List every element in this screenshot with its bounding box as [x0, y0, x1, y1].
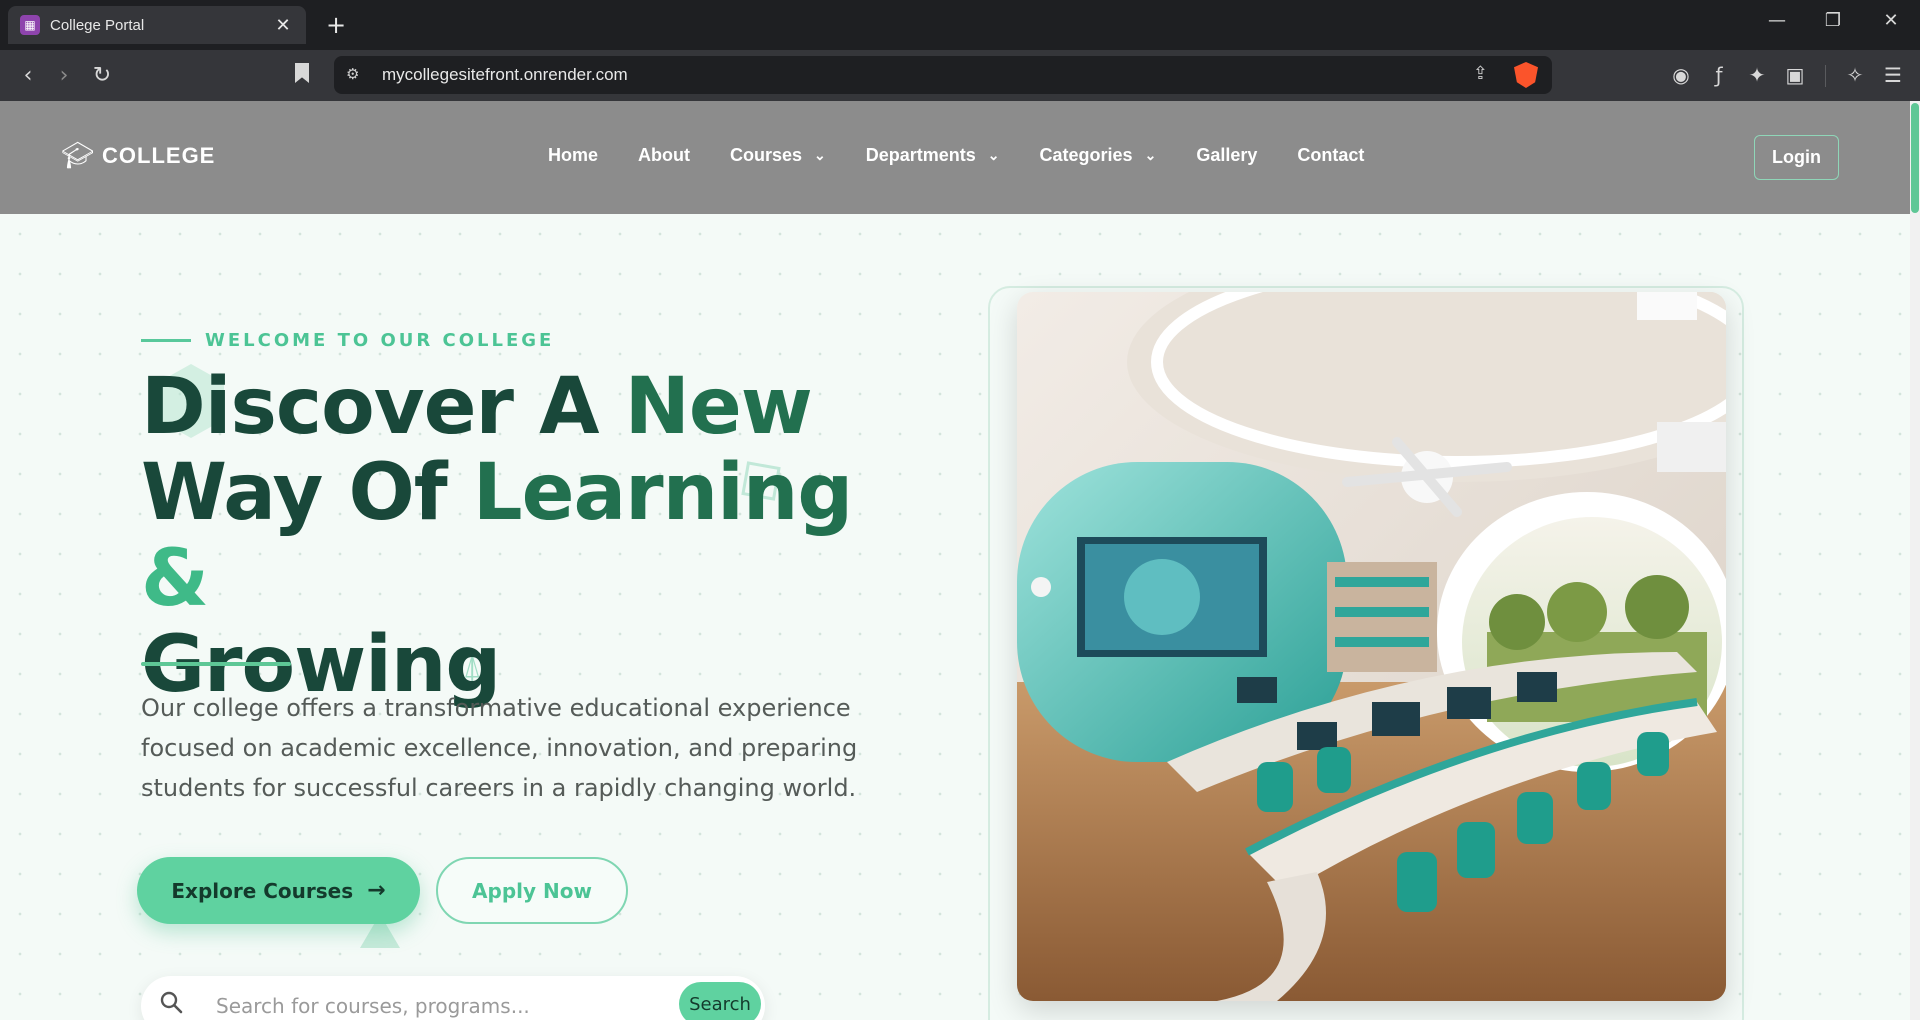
forward-icon[interactable]: › [50, 62, 78, 90]
tagline-text: WELCOME TO OUR COLLEGE [205, 330, 555, 351]
ai-assistant-icon[interactable]: ✧ [1842, 63, 1868, 87]
browser-tabbar: ▦ College Portal ✕ + — ❐ ✕ [0, 0, 1920, 50]
nav-departments[interactable]: Departments ⌄ [866, 145, 1000, 166]
minimize-icon[interactable]: — [1762, 10, 1792, 31]
browser-tab[interactable]: ▦ College Portal ✕ [8, 6, 306, 44]
brave-shield-icon[interactable] [1514, 62, 1538, 88]
nav-label: About [638, 145, 690, 165]
nav-label: Courses [730, 145, 803, 165]
nav-home[interactable]: Home [548, 145, 598, 166]
logo-text: COLLEGE [102, 143, 216, 168]
graduation-cap-icon: 🎓︎ [61, 141, 95, 171]
reload-icon[interactable]: ↻ [88, 62, 116, 90]
chevron-down-icon: ⌄ [1144, 147, 1157, 163]
headline-part: New [624, 362, 813, 452]
hero-section: ⍋ WELCOME TO OUR COLLEGE Discover A New … [0, 214, 1910, 1020]
login-button[interactable]: Login [1754, 135, 1839, 180]
reader-mode-icon[interactable]: ▣ [1782, 63, 1808, 87]
tab-title: College Portal [50, 16, 145, 34]
apply-now-button[interactable]: Apply Now [436, 857, 628, 924]
nav-label: Home [548, 145, 599, 165]
scrollbar-thumb[interactable] [1911, 103, 1919, 213]
nav-categories[interactable]: Categories ⌄ [1040, 145, 1157, 166]
restore-icon[interactable]: ❐ [1818, 10, 1848, 31]
hero-description: Our college offers a transformative educ… [141, 694, 858, 802]
search-bar: Search [141, 976, 765, 1020]
headline-part: Learning [472, 448, 853, 538]
site-settings-icon[interactable]: ⚙ [346, 65, 359, 83]
search-button[interactable]: Search [679, 982, 761, 1020]
close-tab-icon[interactable]: ✕ [272, 15, 294, 36]
headline-part: Way Of [141, 448, 473, 538]
nav-label: Gallery [1196, 145, 1258, 165]
search-icon [159, 990, 183, 1020]
search-input[interactable] [216, 986, 596, 1020]
welcome-tagline: WELCOME TO OUR COLLEGE [141, 330, 554, 351]
menu-icon[interactable]: ☰ [1880, 63, 1906, 87]
nav-about[interactable]: About [638, 145, 690, 166]
headline-underline [141, 662, 291, 666]
nav-label: Contact [1297, 145, 1365, 165]
nav-label: Departments [865, 145, 976, 165]
share-icon[interactable]: ⇪ [1473, 63, 1488, 84]
chevron-down-icon: ⌄ [987, 147, 1000, 163]
arrow-right-icon: → [367, 878, 386, 903]
scrollbar-track[interactable] [1910, 101, 1920, 1020]
extensions-icon[interactable]: ✦ [1744, 63, 1770, 87]
explore-label: Explore Courses [171, 878, 354, 903]
nav-courses[interactable]: Courses ⌄ [730, 145, 826, 166]
headline-part: & [141, 534, 209, 624]
explore-courses-button[interactable]: Explore Courses → [137, 857, 420, 924]
main-nav: Home About Courses ⌄ Departments ⌄ Categor… [548, 145, 1404, 166]
classroom-image [1017, 292, 1726, 1001]
close-window-icon[interactable]: ✕ [1876, 10, 1906, 31]
nav-label: Categories [1039, 145, 1133, 165]
nav-contact[interactable]: Contact [1297, 145, 1364, 166]
toolbar-divider [1825, 65, 1826, 87]
nav-gallery[interactable]: Gallery [1196, 145, 1257, 166]
back-icon[interactable]: ‹ [14, 62, 42, 90]
favicon-icon: ▦ [20, 15, 40, 35]
site-header: 🎓︎ COLLEGE Home About Courses ⌄ Departmen… [0, 101, 1910, 214]
url-text[interactable]: mycollegesitefront.onrender.com [382, 65, 628, 85]
chevron-down-icon: ⌄ [814, 147, 826, 163]
hero-headline: Discover A New Way Of Learning & Growing [141, 364, 921, 708]
font-icon[interactable]: ƒ [1706, 63, 1732, 87]
address-bar[interactable]: ⚙ mycollegesitefront.onrender.com ⇪ [334, 56, 1552, 94]
new-tab-icon[interactable]: + [322, 11, 350, 39]
camera-icon[interactable]: ◉ [1668, 63, 1694, 87]
browser-toolbar: ‹ › ↻ ⚙ mycollegesitefront.onrender.com … [0, 50, 1920, 101]
tagline-line [141, 339, 191, 342]
site-logo[interactable]: 🎓︎ COLLEGE [61, 141, 215, 171]
headline-part: Discover A [141, 362, 625, 452]
bookmark-icon[interactable] [295, 63, 309, 83]
